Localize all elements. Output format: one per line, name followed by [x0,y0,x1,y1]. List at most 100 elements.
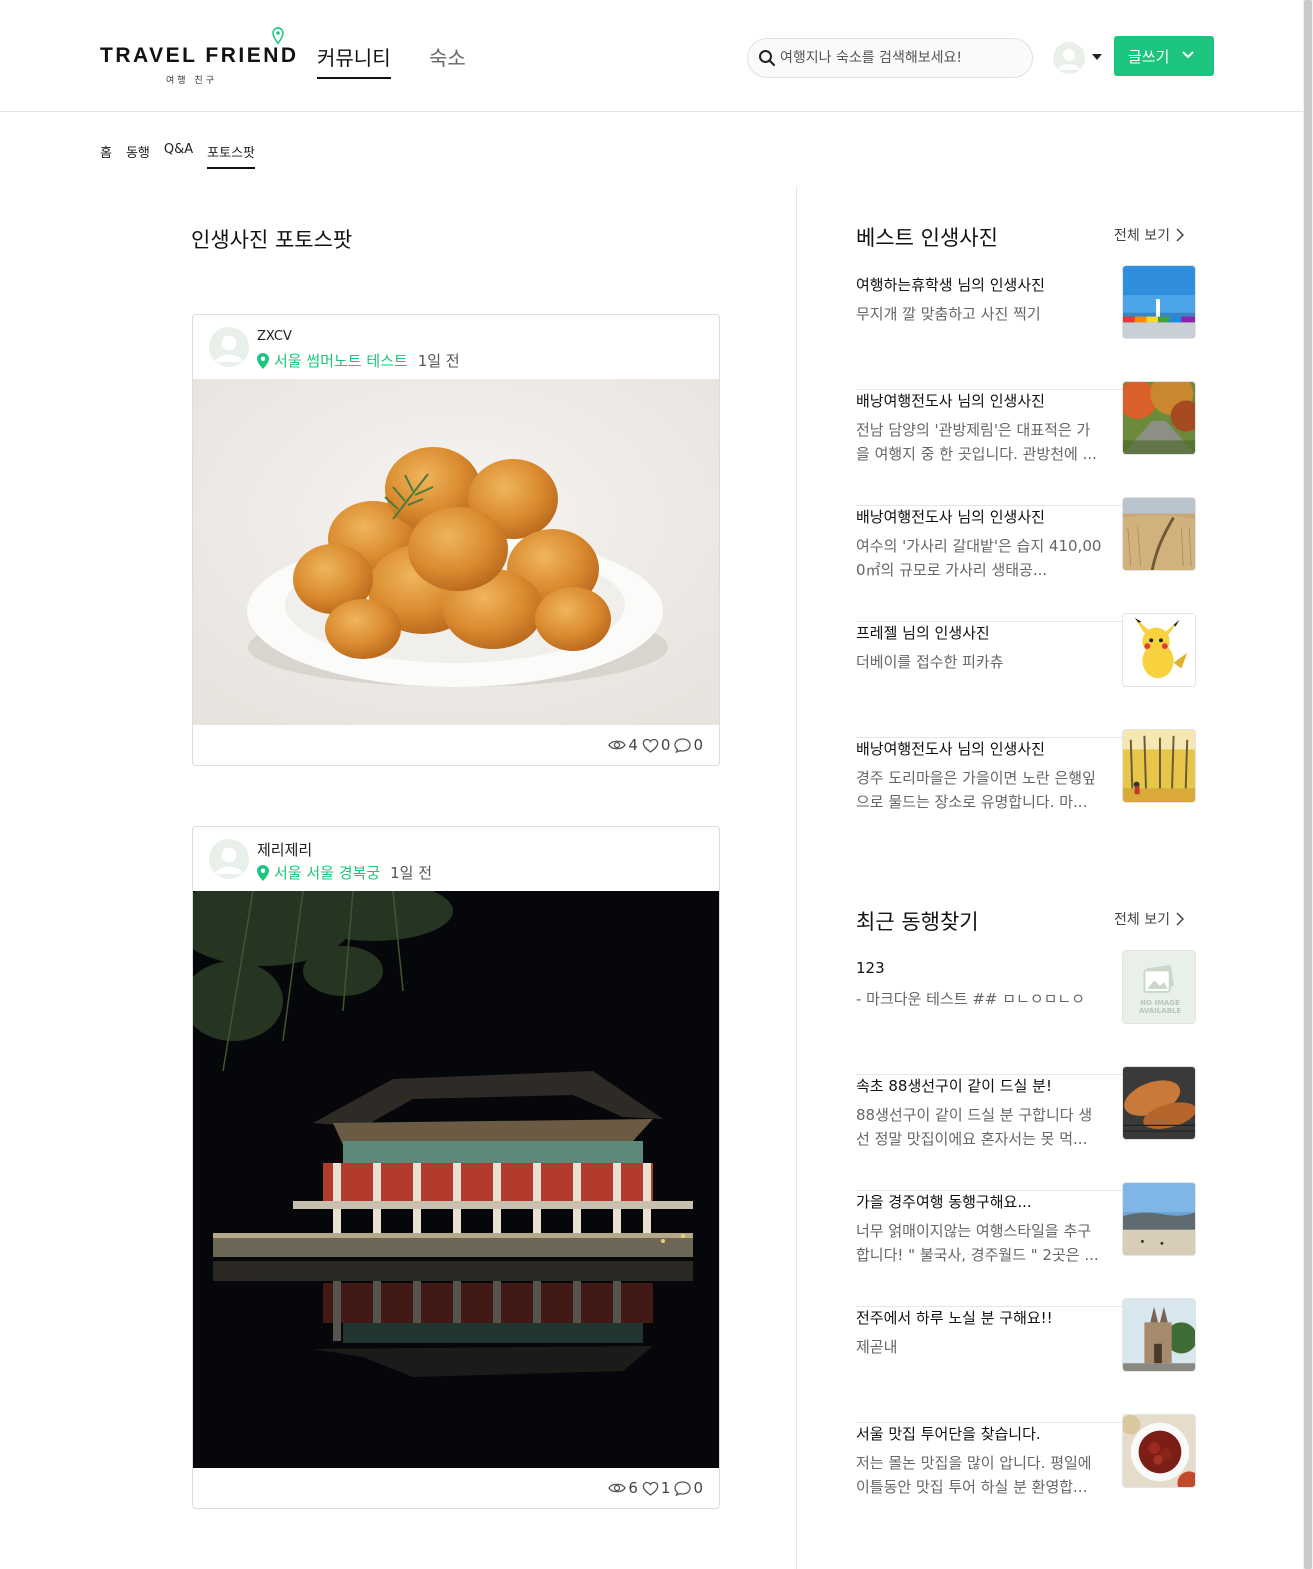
post-stats: 4 0 0 [604,736,703,754]
page-title: 인생사진 포토스팟 [191,228,353,252]
search-icon[interactable] [758,49,776,67]
post-footer: 4 0 0 [193,725,719,765]
page-scrollbar[interactable] [1303,0,1313,1569]
post-header: 제리제리 서울 서울 경복궁 1일 전 [193,827,719,891]
item-description: 너무 얽매이지않는 여행스타일을 추구합니다! " 불국사, 경주월드 " 2곳… [856,1222,1099,1264]
logo-text: TRAVEL FRIEND [100,44,299,67]
best-photo-item[interactable]: 배낭여행전도사 님의 인생사진 여수의 '가사리 갈대밭'은 습지 410,00… [856,497,1196,622]
item-thumbnail[interactable] [1122,265,1196,339]
companion-item[interactable]: 서울 맛집 투어단을 찾습니다. 저는 몰논 맛집을 많이 압니다. 평일에 이… [856,1414,1196,1539]
item-thumbnail[interactable] [1122,381,1196,455]
search-input[interactable] [780,47,1020,69]
location-pin-icon [272,27,284,45]
best-photos-see-all-link[interactable]: 전체 보기 [1114,225,1184,245]
nav-community[interactable]: 커뮤니티 [317,42,391,79]
top-header: TRAVEL FRIEND 여행 친구 커뮤니티 숙소 글쓰기 [0,0,1303,112]
item-thumbnail[interactable] [1122,497,1196,571]
location-pin-icon [257,864,269,881]
avatar[interactable] [209,327,249,367]
item-thumbnail[interactable] [1122,613,1196,687]
view-count: 4 [608,736,638,754]
item-thumbnail[interactable] [1122,729,1196,803]
heart-icon[interactable] [642,1481,659,1496]
sub-navigation: 홈 동행 Q&A 포토스팟 [100,142,255,169]
best-photo-item[interactable]: 여행하는휴학생 님의 인생사진 무지개 깔 맞춤하고 사진 찍기 [856,265,1196,390]
recent-companions-see-all-link[interactable]: 전체 보기 [1114,909,1184,929]
best-photo-item[interactable]: 배낭여행전도사 님의 인생사진 경주 도리마을은 가을이면 노란 은행잎으로 물… [856,729,1196,854]
column-divider [796,186,797,1569]
subnav-qna[interactable]: Q&A [164,142,193,169]
item-title: 배낭여행전도사 님의 인생사진 [856,740,1045,758]
comment-count[interactable]: 0 [674,736,703,754]
subnav-home[interactable]: 홈 [100,142,112,169]
item-description: - 마크다운 테스트 ## ㅁㄴㅇㅁㄴㅇ [856,990,1086,1008]
best-photo-item[interactable]: 배낭여행전도사 님의 인생사진 전남 담양의 '관방제림'은 대표적은 가을 여… [856,381,1196,506]
item-title: 배낭여행전도사 님의 인생사진 [856,392,1045,410]
companion-item[interactable]: 123 - 마크다운 테스트 ## ㅁㄴㅇㅁㄴㅇ NO IMAGE AVAILA… [856,950,1196,1075]
eye-icon [608,1483,627,1493]
item-title: 속초 88생선구이 같이 드실 분! [856,1077,1052,1095]
post-header: ZXCV 서울 썸머노트 테스트 1일 전 [193,315,719,379]
avatar[interactable] [209,839,249,879]
post-author[interactable]: 제리제리 [257,839,312,860]
item-thumbnail[interactable] [1122,1414,1196,1488]
item-title: 프레젤 님의 인생사진 [856,624,990,642]
post-location[interactable]: 서울 서울 경복궁 1일 전 [257,862,432,883]
post-footer: 6 1 0 [193,1468,719,1508]
like-count[interactable]: 0 [642,736,670,754]
best-photo-item[interactable]: 프레젤 님의 인생사진 더베이를 접수한 피카츄 [856,613,1196,738]
search-box [747,38,1033,78]
companion-item[interactable]: 속초 88생선구이 같이 드실 분! 88생선구이 같이 드실 분 구합니다 생… [856,1066,1196,1191]
item-title: 서울 맛집 투어단을 찾습니다. [856,1425,1041,1443]
chevron-right-icon [1176,228,1184,242]
view-count: 6 [608,1479,638,1497]
nav-accommodation[interactable]: 숙소 [429,42,466,71]
item-title: 전주에서 하루 노실 분 구해요!! [856,1309,1053,1327]
user-menu-button[interactable] [1053,42,1105,74]
comment-icon[interactable] [674,737,692,753]
scrollbar-thumb[interactable] [1304,0,1312,1569]
item-title: 123 [856,959,885,977]
chevron-down-icon [1182,51,1194,59]
site-logo[interactable]: TRAVEL FRIEND 여행 친구 [100,27,299,86]
item-description: 무지개 깔 맞춤하고 사진 찍기 [856,305,1041,323]
post-location[interactable]: 서울 썸머노트 테스트 1일 전 [257,350,460,371]
post-time: 1일 전 [417,352,460,370]
chevron-down-icon [1092,54,1102,60]
subnav-photospot[interactable]: 포토스팟 [207,142,255,169]
like-count[interactable]: 1 [642,1479,670,1497]
post-author[interactable]: ZXCV [257,329,292,344]
heart-icon[interactable] [642,738,659,753]
location-pin-icon [257,352,269,369]
item-description: 88생선구이 같이 드실 분 구합니다 생선 정말 맛집이에요 혼자서는 못 먹… [856,1106,1093,1148]
post-time: 1일 전 [390,864,433,882]
recent-companions-title: 최근 동행찾기 [856,910,979,934]
companion-item[interactable]: 가을 경주여행 동행구해요... 너무 얽매이지않는 여행스타일을 추구합니다!… [856,1182,1196,1307]
companion-item[interactable]: 전주에서 하루 노실 분 구해요!! 제곧내 [856,1298,1196,1423]
no-image-placeholder[interactable]: NO IMAGE AVAILABLE [1122,950,1196,1024]
post-location-text: 서울 서울 경복궁 [274,864,381,882]
item-title: 여행하는휴학생 님의 인생사진 [856,276,1045,294]
item-description: 여수의 '가사리 갈대밭'은 습지 410,000㎡의 규모로 가사리 생태공.… [856,537,1102,579]
best-photos-title: 베스트 인생사진 [856,226,998,250]
post-photo-gyeongbokgung-night[interactable] [193,891,720,1468]
subnav-companion[interactable]: 동행 [126,142,150,169]
item-thumbnail[interactable] [1122,1182,1196,1256]
avatar [1053,42,1085,74]
item-title: 배낭여행전도사 님의 인생사진 [856,508,1045,526]
post-location-text: 서울 썸머노트 테스트 [274,352,408,370]
comment-count[interactable]: 0 [674,1479,703,1497]
item-title: 가을 경주여행 동행구해요... [856,1193,1032,1211]
photo-post-card[interactable]: ZXCV 서울 썸머노트 테스트 1일 전 4 0 0 [192,314,720,766]
write-button[interactable]: 글쓰기 [1114,36,1214,76]
chevron-right-icon [1176,912,1184,926]
post-photo-fried-chicken[interactable] [193,379,720,725]
item-description: 제곧내 [856,1338,898,1356]
comment-icon[interactable] [674,1480,692,1496]
photo-post-card[interactable]: 제리제리 서울 서울 경복궁 1일 전 6 1 0 [192,826,720,1509]
item-description: 경주 도리마을은 가을이면 노란 은행잎으로 물드는 장소로 유명합니다. 마.… [856,769,1096,811]
write-button-label: 글쓰기 [1128,47,1170,66]
no-image-text: NO IMAGE AVAILABLE [1138,999,1182,1015]
item-thumbnail[interactable] [1122,1298,1196,1372]
item-thumbnail[interactable] [1122,1066,1196,1140]
